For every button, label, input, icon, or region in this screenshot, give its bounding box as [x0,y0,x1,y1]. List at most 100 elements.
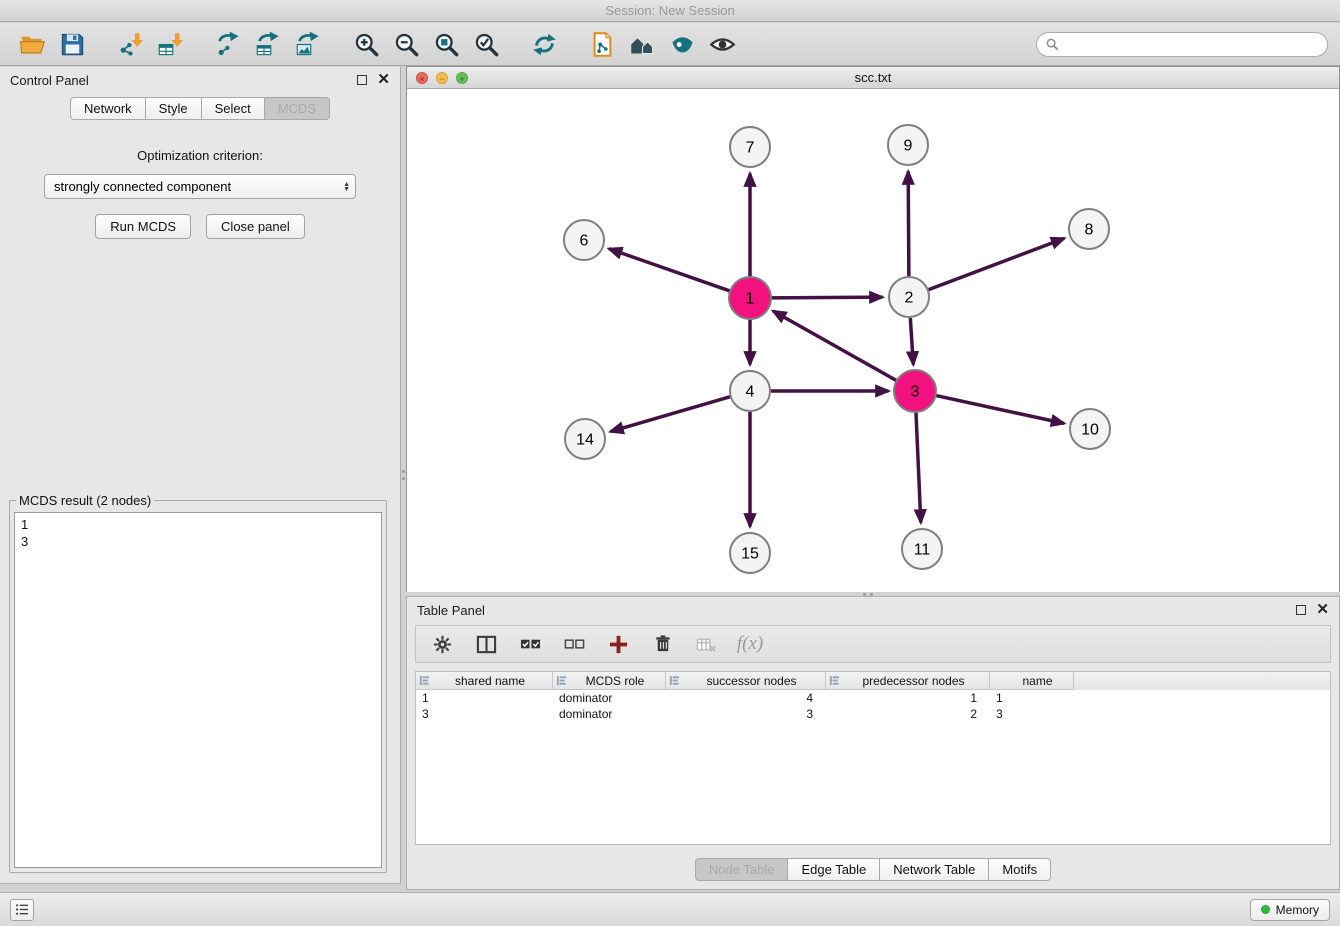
sort-icon [556,675,567,686]
table-cell[interactable]: 3 [416,706,553,722]
tab-mcds[interactable]: MCDS [265,97,330,120]
zoom-out-icon[interactable] [386,27,426,61]
graph-edge-2-3[interactable] [910,318,913,365]
mcds-result-box[interactable]: 13 [14,512,382,868]
table-cell[interactable]: dominator [553,690,666,706]
graph-node-2[interactable]: 2 [889,277,929,317]
column-header-mcds-role[interactable]: MCDS role [553,672,666,690]
table-toolbar: f(x) [415,625,1331,663]
minimize-window-icon[interactable]: − [436,72,448,84]
open-session-icon[interactable] [12,27,52,61]
graph-node-4[interactable]: 4 [730,371,770,411]
column-header-predecessor-nodes[interactable]: predecessor nodes [826,672,990,690]
svg-text:7: 7 [746,140,755,157]
add-column-icon[interactable] [606,632,630,656]
table-cell[interactable]: 1 [826,690,990,706]
delete-table-icon[interactable] [694,632,718,656]
tab-motifs[interactable]: Motifs [989,858,1051,881]
export-table-icon[interactable] [248,27,288,61]
export-network-icon[interactable] [208,27,248,61]
search-box[interactable] [1036,32,1328,57]
graph-edge-3-10[interactable] [936,395,1065,423]
control-panel-header: Control Panel ✕ [0,67,400,93]
graph-node-14[interactable]: 14 [565,419,605,459]
table-row[interactable]: 1dominator411 [416,690,1330,706]
zoom-window-icon[interactable]: + [456,72,468,84]
table-cell[interactable]: 3 [990,706,1074,722]
table-cell[interactable]: 2 [826,706,990,722]
graph-node-7[interactable]: 7 [730,127,770,167]
column-header-name[interactable]: name [990,672,1074,690]
tab-style[interactable]: Style [146,97,202,120]
delete-column-icon[interactable] [650,632,674,656]
svg-text:1: 1 [746,291,755,308]
import-network-icon[interactable] [110,27,150,61]
tab-network[interactable]: Network [70,97,146,120]
network-window: × − + scc.txt 7 9 6 8 1 2 4 3 14 10 15 11 [406,66,1340,592]
run-mcds-button[interactable]: Run MCDS [95,214,191,239]
graph-node-11[interactable]: 11 [902,529,942,569]
sort-icon [669,675,680,686]
select-all-icon[interactable] [518,632,542,656]
table-panel-header: Table Panel ✕ [407,597,1339,623]
sort-icon [419,675,430,686]
graph-node-15[interactable]: 15 [730,533,770,573]
table-cell[interactable]: 1 [990,690,1074,706]
tab-select[interactable]: Select [202,97,265,120]
apply-layout-icon[interactable] [524,27,564,61]
table-cell[interactable]: 3 [666,706,826,722]
graph-edge-2-8[interactable] [929,238,1065,289]
search-input[interactable] [1064,37,1318,52]
graph-node-9[interactable]: 9 [888,125,928,165]
column-header-shared-name[interactable]: shared name [416,672,553,690]
graph-node-6[interactable]: 6 [564,220,604,260]
graph-edge-3-11[interactable] [916,412,921,523]
float-table-panel-icon[interactable] [1296,605,1306,615]
graph-node-8[interactable]: 8 [1069,209,1109,249]
export-image-icon[interactable] [288,27,328,61]
close-window-icon[interactable]: × [416,72,428,84]
graph-edge-1-2[interactable] [771,297,883,298]
first-neighbors-icon[interactable] [582,27,622,61]
tab-node-table[interactable]: Node Table [695,858,789,881]
graph-node-10[interactable]: 10 [1070,409,1110,449]
import-table-icon[interactable] [150,27,190,61]
network-window-titlebar[interactable]: × − + scc.txt [407,67,1339,89]
table-cell[interactable]: dominator [553,706,666,722]
criterion-select[interactable]: strongly connected component ▲▼ [44,174,356,199]
graph-edge-4-14[interactable] [610,397,729,432]
table-cell[interactable]: 4 [666,690,826,706]
float-panel-icon[interactable] [357,75,367,85]
graph-edge-3-1[interactable] [773,311,897,381]
memory-button[interactable]: Memory [1250,899,1330,921]
deselect-all-icon[interactable] [562,632,586,656]
graph-node-3[interactable]: 3 [894,370,936,412]
zoom-in-icon[interactable] [346,27,386,61]
column-layout-icon[interactable] [474,632,498,656]
zoom-selected-icon[interactable] [466,27,506,61]
graph-edge-2-9[interactable] [908,171,909,276]
vertical-splitter[interactable] [400,462,407,488]
tab-network-table[interactable]: Network Table [880,858,989,881]
title-bar: Session: New Session [0,0,1340,22]
table-row[interactable]: 3dominator323 [416,706,1330,722]
save-session-icon[interactable] [52,27,92,61]
control-panel-title: Control Panel [10,73,89,88]
tab-edge-table[interactable]: Edge Table [788,858,880,881]
graph-edge-1-6[interactable] [609,249,730,291]
task-list-icon[interactable] [10,899,34,921]
close-panel-icon[interactable]: ✕ [377,75,390,85]
table-cell[interactable]: 1 [416,690,553,706]
graphics-details-icon[interactable] [622,27,662,61]
birds-eye-view-icon[interactable] [702,27,742,61]
zoom-fit-icon[interactable] [426,27,466,61]
memory-label: Memory [1276,903,1319,917]
function-builder-icon[interactable]: f(x) [738,632,762,656]
network-canvas[interactable]: 7 9 6 8 1 2 4 3 14 10 15 11 [407,89,1339,592]
close-panel-button[interactable]: Close panel [206,214,305,239]
table-settings-gear-icon[interactable] [430,632,454,656]
annotations-icon[interactable] [662,27,702,61]
graph-node-1[interactable]: 1 [729,277,771,319]
close-table-panel-icon[interactable]: ✕ [1316,605,1329,615]
column-header-successor-nodes[interactable]: successor nodes [666,672,826,690]
